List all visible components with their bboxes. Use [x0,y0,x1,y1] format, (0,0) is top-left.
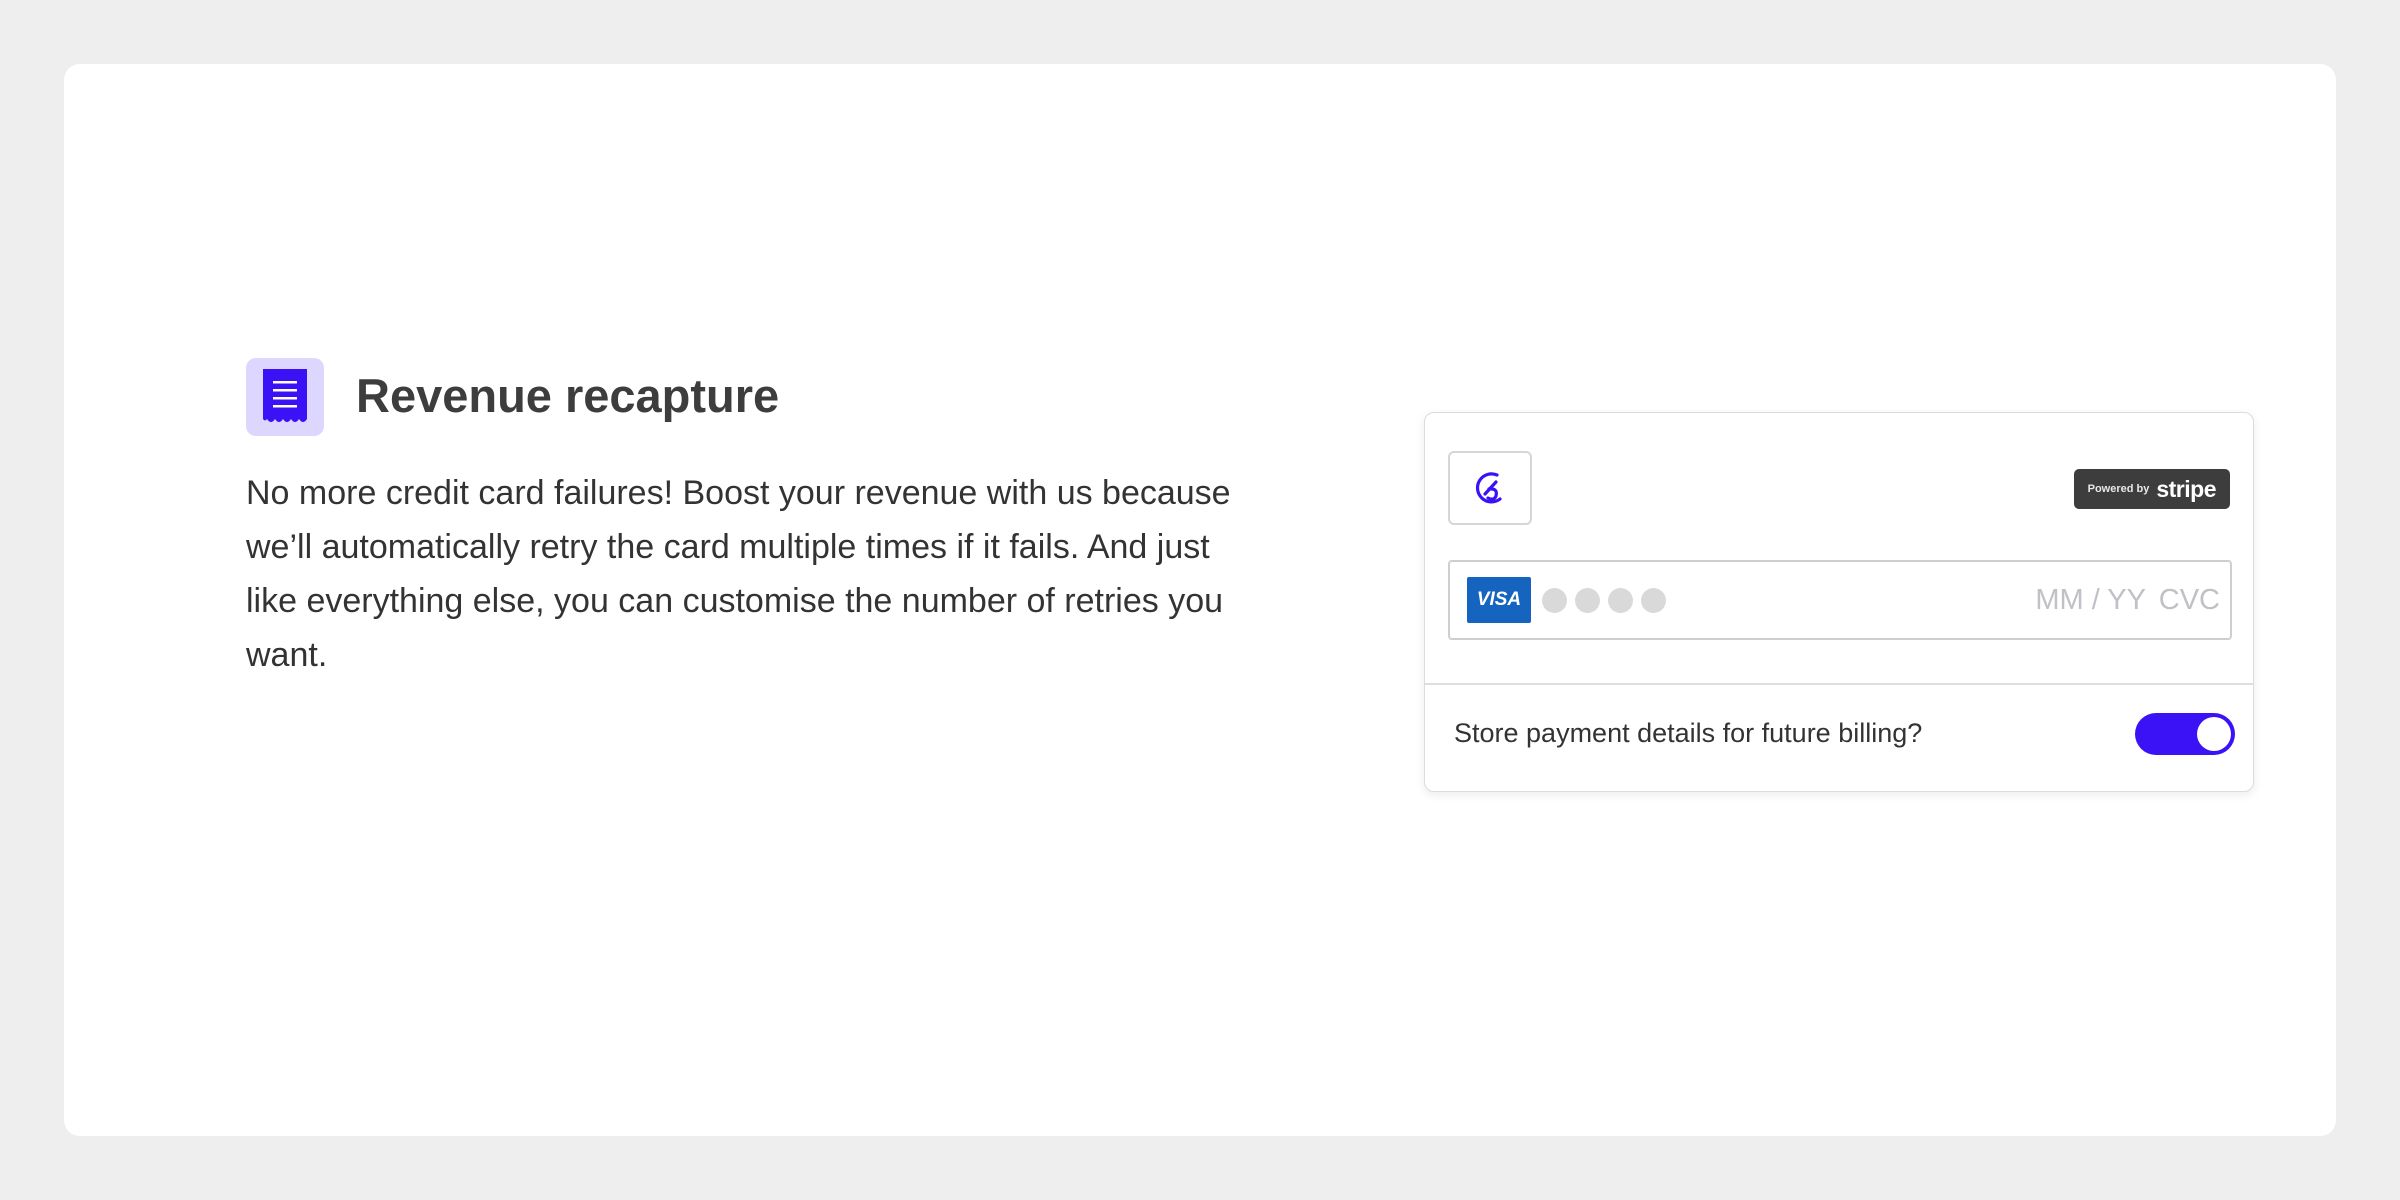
powered-by-stripe-badge[interactable]: Powered by stripe [2073,469,2230,509]
mask-dot [1542,588,1567,613]
cvc-placeholder[interactable]: CVC [2159,562,2220,638]
feature-description: No more credit card failures! Boost your… [246,474,1231,674]
mask-dot [1608,588,1633,613]
expiry-placeholder[interactable]: MM / YY [2035,562,2146,638]
receipt-icon [246,358,324,436]
mask-dot [1575,588,1600,613]
store-details-toggle[interactable] [2135,713,2235,755]
card-number-input[interactable]: VISA MM / YY CVC [1448,560,2232,640]
feature-title: Revenue recapture [356,369,780,422]
badge-prefix: Powered by [2087,483,2150,495]
visa-card-icon: VISA [1467,577,1531,623]
merchant-logo-icon [1448,451,1532,525]
mask-dot [1641,588,1666,613]
masked-card-number [1542,588,1666,613]
store-details-label: Store payment details for future billing… [1454,718,1923,748]
stripe-logo: stripe [2156,475,2216,502]
divider [1425,683,2253,685]
payment-widget: Powered by stripe VISA MM / YY CVC Store… [1424,412,2254,792]
content-card: Revenue recapture No more credit card fa… [64,64,2336,1136]
toggle-knob [2197,717,2231,751]
